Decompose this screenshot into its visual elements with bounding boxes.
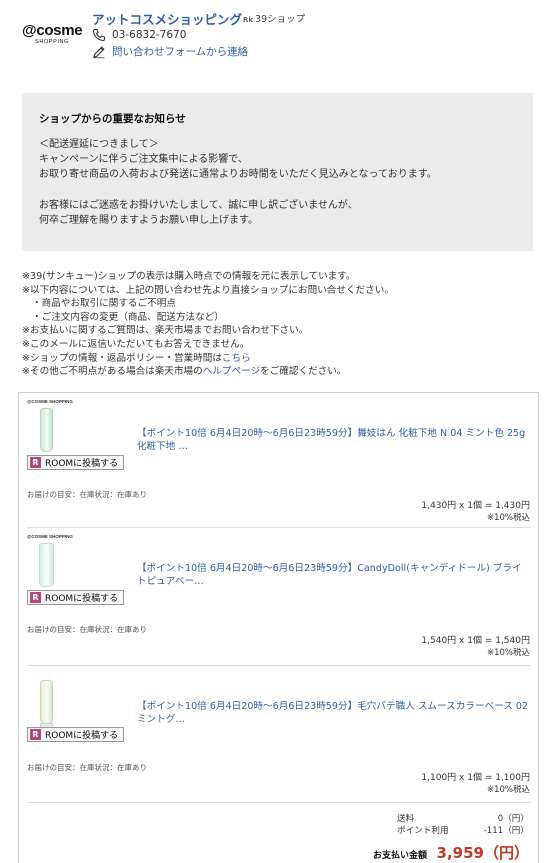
product-tube-image: [40, 680, 53, 724]
notice-line: 何卒ご理解を賜りますようお願い申し上げます。: [39, 215, 258, 226]
note-text: ※その他ご不明点がある場合は楽天市場の: [22, 366, 203, 378]
order-item: @COSME SHOPPING 【ポイント10倍 6月4日20時〜6月6日23時…: [19, 393, 538, 528]
points-label: ポイント利用: [397, 826, 449, 836]
item-divider: [27, 802, 531, 803]
shipping-row: 送料 0（円）: [359, 812, 529, 824]
shop-notes: ※39(サンキュー)ショップの表示は購入時点での情報を元に表示しています。 ※以…: [22, 270, 542, 379]
notice-title: ショップからの重要なお知らせ: [39, 113, 186, 125]
tax-note: ※10%税込: [486, 785, 530, 795]
grand-total-label: お支払い金額: [373, 851, 428, 861]
form-contact: 問い合わせフォームから連絡: [92, 44, 248, 59]
tax-note: ※10%税込: [486, 648, 530, 658]
tax-note: ※10%税込: [486, 513, 530, 523]
cosme-shopping-logo[interactable]: @cosme SHOPPING: [22, 22, 86, 45]
note-line: ※ショップの情報・返品ポリシー・営業時間はこちら: [22, 352, 542, 366]
shop-info-link[interactable]: こちら: [222, 353, 251, 364]
help-page-link[interactable]: ヘルプページ: [203, 366, 260, 377]
room-icon: R: [30, 592, 41, 603]
product-title-link[interactable]: 【ポイント10倍 6月4日20時〜6月6日23時59分】毛穴パテ職人 スムースカ…: [137, 700, 529, 726]
delivery-estimate: お届けの目安：在庫状況：在庫あり: [27, 490, 147, 499]
item-price: 1,100円 x 1個 = 1,100円: [421, 773, 530, 783]
product-title-link[interactable]: 【ポイント10倍 6月4日20時〜6月6日23時59分】CandyDoll(キャ…: [137, 562, 529, 588]
room-button-label: ROOMに投稿する: [45, 731, 119, 741]
room-post-button[interactable]: R ROOMに投稿する: [27, 590, 125, 605]
notice-line: キャンペーンに伴うご注文集中による影響で、: [39, 154, 248, 165]
item-price: 1,540円 x 1個 = 1,540円: [421, 636, 530, 646]
product-tube-image: [39, 543, 54, 587]
phone-number[interactable]: 03-6832-7670: [112, 29, 186, 41]
shop-39-badge: Rk 39ショップ: [243, 11, 305, 25]
product-thumbnail[interactable]: [27, 676, 67, 732]
notice-line: お客様にはご迷惑をお掛けいたしまして、誠に申し訳ございませんが、: [39, 200, 358, 211]
note-line: ・商品やお取引に関するご不明点: [32, 298, 176, 310]
room-post-button[interactable]: R ROOMに投稿する: [27, 455, 125, 470]
product-thumbnail[interactable]: @COSME SHOPPING: [27, 534, 73, 590]
points-value: -111（円）: [483, 826, 529, 836]
thumbnail-brand: @COSME SHOPPING: [27, 534, 73, 539]
grand-total-row: お支払い金額 3,959（円）: [359, 842, 529, 863]
note-line: ・ご注文内容の変更（商品、配送方法など）: [32, 311, 224, 323]
item-divider: [27, 665, 531, 666]
notice-line: お取り寄せ商品の入荷および発送に通常よりお時間をいただく見込みとなっております。: [39, 169, 437, 180]
contact-form-link[interactable]: 問い合わせフォームから連絡: [112, 44, 248, 59]
item-price: 1,430円 x 1個 = 1,430円: [421, 501, 530, 511]
delivery-estimate: お届けの目安：在庫状況：在庫あり: [27, 625, 147, 634]
badge-label: 39ショップ: [255, 14, 306, 25]
pencil-icon: [93, 45, 105, 58]
note-text: ※ショップの情報・返品ポリシー・営業時間は: [22, 352, 222, 364]
order-item: @COSME SHOPPING 【ポイント10倍 6月4日20時〜6月6日23時…: [19, 528, 538, 663]
grand-total-value: 3,959（円）: [436, 844, 529, 862]
product-title-link[interactable]: 【ポイント10倍 6月4日20時〜6月6日23時59分】舞妓はん 化粧下地 N …: [137, 427, 529, 453]
note-line: ※このメールに返信いただいてもお答えできません。: [22, 338, 250, 350]
points-row: ポイント利用 -111（円）: [359, 824, 529, 836]
note-line: ※お支払いに関するご質問は、楽天市場までお問い合わせ下さい。: [22, 325, 309, 337]
note-line: ※以下内容については、上記の問い合わせ先より直接ショップにお問い合せください。: [22, 284, 394, 296]
delivery-estimate: お届けの目安：在庫状況：在庫あり: [27, 763, 147, 772]
phone-icon: [92, 28, 106, 42]
room-button-label: ROOMに投稿する: [45, 594, 119, 604]
notice-line: ＜配送遅延につきまして＞: [39, 139, 159, 150]
phone-contact: 03-6832-7670: [92, 28, 186, 42]
product-tube-image: [40, 408, 53, 452]
shipping-value: 0（円）: [497, 814, 529, 824]
room-post-button[interactable]: R ROOMに投稿する: [27, 727, 125, 742]
logo-sub-text: SHOPPING: [35, 39, 69, 45]
shop-header: @cosme SHOPPING アットコスメショッピング Rk 39ショップ 03…: [0, 0, 550, 72]
order-totals: 送料 0（円） ポイント利用 -111（円） お支払い金額 3,959（円）: [359, 812, 529, 863]
note-line: ※39(サンキュー)ショップの表示は購入時点での情報を元に表示しています。: [22, 271, 356, 282]
room-icon: R: [30, 729, 41, 740]
note-text: をご確認ください。: [260, 366, 347, 378]
thumbnail-brand: @COSME SHOPPING: [27, 399, 73, 404]
order-items-box: @COSME SHOPPING 【ポイント10倍 6月4日20時〜6月6日23時…: [18, 392, 539, 863]
room-button-label: ROOMに投稿する: [45, 459, 119, 469]
logo-main-text: @cosme: [22, 22, 83, 39]
note-line: ※その他ご不明点がある場合は楽天市場のヘルプページをご確認ください。: [22, 365, 542, 379]
shop-notice-box: ショップからの重要なお知らせ ＜配送遅延につきまして＞ キャンペーンに伴うご注文…: [22, 93, 533, 251]
product-thumbnail[interactable]: @COSME SHOPPING: [27, 399, 73, 455]
order-item: 【ポイント10倍 6月4日20時〜6月6日23時59分】毛穴パテ職人 スムースカ…: [19, 670, 538, 805]
room-icon: R: [30, 457, 41, 468]
shipping-label: 送料: [397, 814, 415, 824]
rakuten-39-icon: Rk: [243, 16, 254, 24]
shop-name-link[interactable]: アットコスメショッピング: [92, 9, 242, 28]
